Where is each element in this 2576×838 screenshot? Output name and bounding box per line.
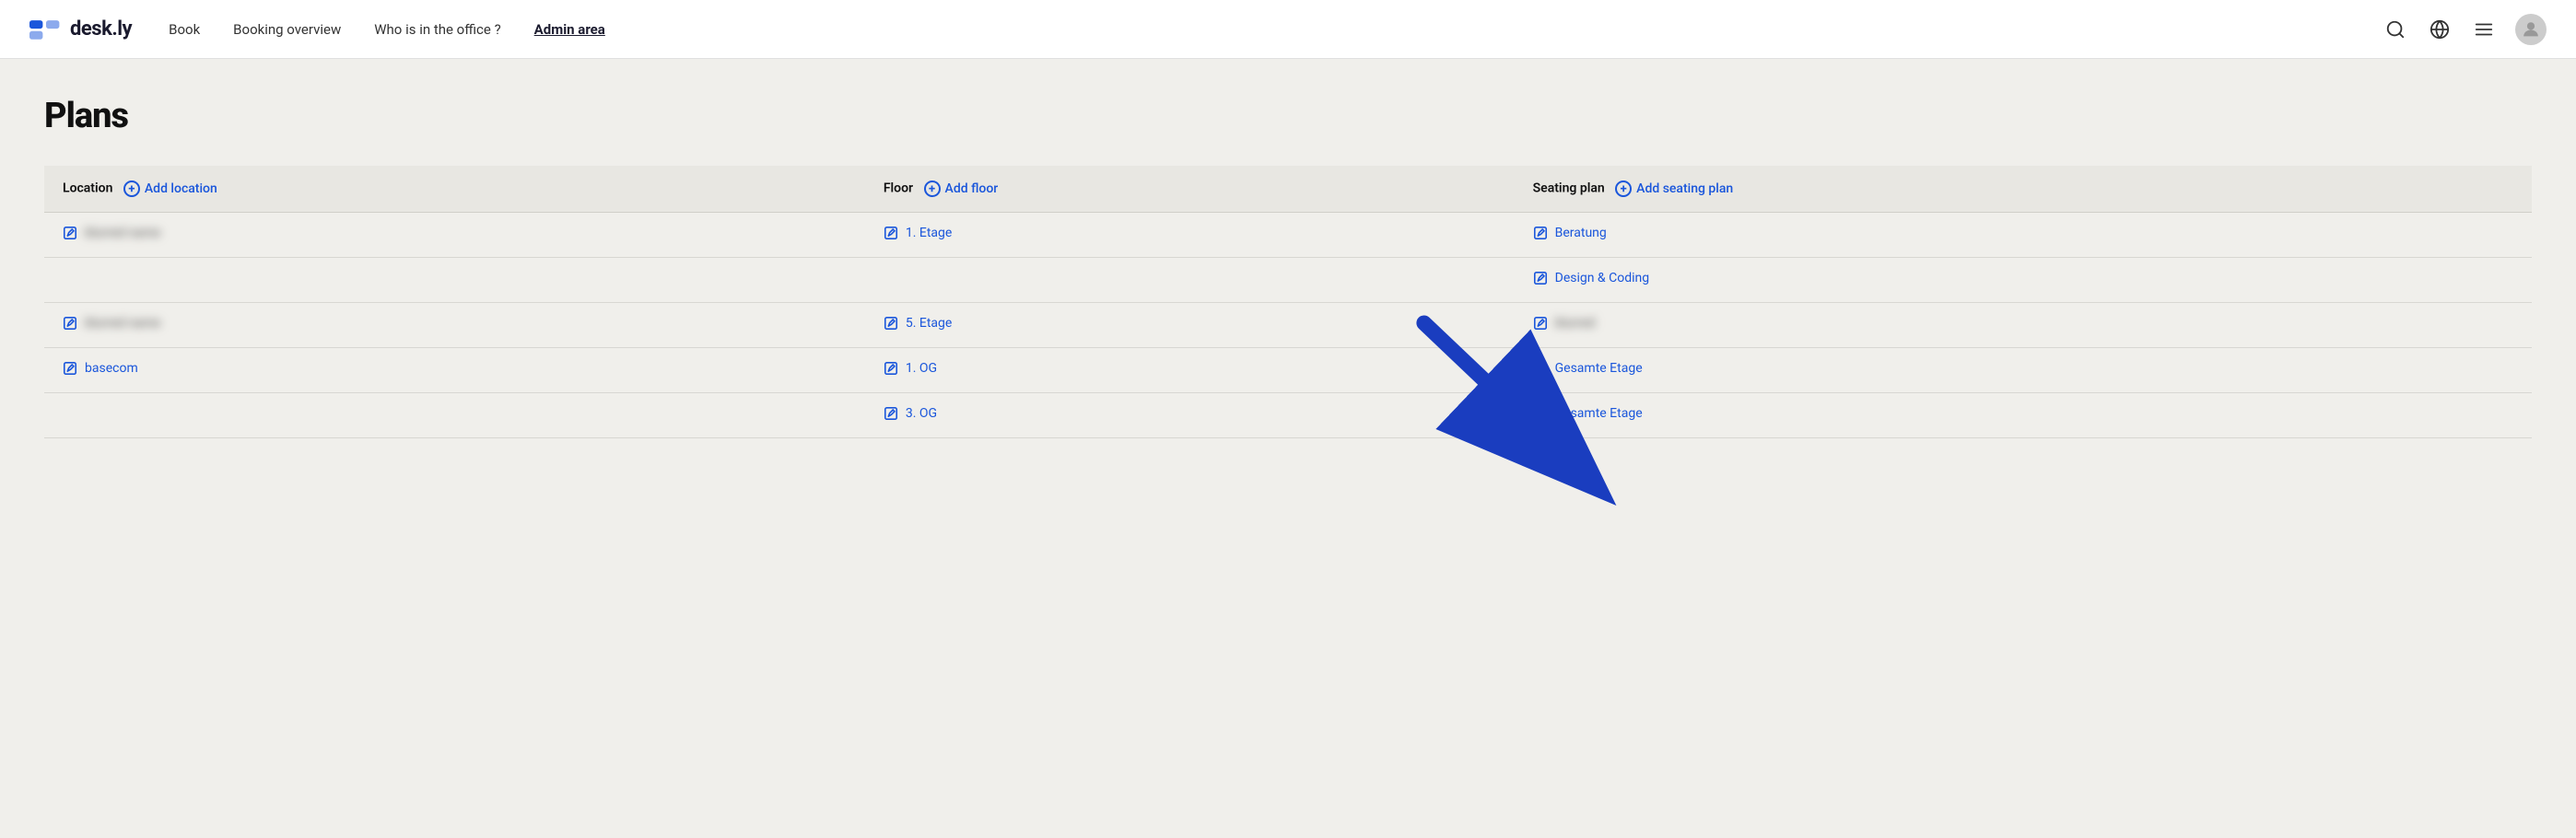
user-avatar[interactable] — [2515, 14, 2547, 45]
floor-cell: 3. OG — [865, 393, 1515, 438]
main-content: Plans Location + Add location Floor + — [0, 59, 2576, 475]
page-title: Plans — [44, 96, 2532, 136]
logo[interactable]: desk.ly — [29, 17, 132, 42]
menu-icon[interactable] — [2471, 17, 2497, 42]
location-edit[interactable]: basecom — [63, 361, 138, 376]
location-cell — [44, 393, 865, 438]
plans-table-wrapper: Location + Add location Floor + Add floo… — [44, 166, 2532, 438]
seating-plan-edit[interactable]: Gesamte Etage — [1533, 361, 1643, 376]
floor-edit[interactable]: 1. Etage — [884, 226, 952, 240]
table-row: 3. OG Gesamte Etage — [44, 393, 2532, 438]
floor-cell — [865, 258, 1515, 303]
header: desk.ly Book Booking overview Who is in … — [0, 0, 2576, 59]
table-row: Design & Coding — [44, 258, 2532, 303]
location-cell: blurred name — [44, 303, 865, 348]
seating-plan-column-header: Seating plan + Add seating plan — [1515, 166, 2532, 213]
nav-booking-overview[interactable]: Booking overview — [233, 21, 341, 38]
add-location-icon: + — [123, 180, 140, 197]
location-cell: blurred name — [44, 213, 865, 258]
table-row: basecom 1. OG Gesamte Etage — [44, 348, 2532, 393]
seating-plan-cell: Design & Coding — [1515, 258, 2532, 303]
nav-who-in-office[interactable]: Who is in the office ? — [374, 21, 500, 38]
add-seating-plan-icon: + — [1615, 180, 1632, 197]
add-floor-button[interactable]: + Add floor — [924, 180, 999, 197]
location-column-header: Location + Add location — [44, 166, 865, 213]
logo-icon — [29, 17, 63, 42]
floor-cell: 5. Etage — [865, 303, 1515, 348]
floor-edit[interactable]: 1. OG — [884, 361, 937, 376]
globe-icon[interactable] — [2427, 17, 2453, 42]
location-cell — [44, 258, 865, 303]
table-row: blurred name 1. Etage Beratung — [44, 213, 2532, 258]
nav-book[interactable]: Book — [169, 21, 200, 38]
plans-table: Location + Add location Floor + Add floo… — [44, 166, 2532, 438]
seating-plan-cell: Beratung — [1515, 213, 2532, 258]
seating-plan-edit[interactable]: Beratung — [1533, 226, 1607, 240]
location-edit[interactable]: blurred name — [63, 226, 160, 240]
seating-plan-cell: blurred — [1515, 303, 2532, 348]
location-edit[interactable]: blurred name — [63, 316, 160, 331]
add-floor-icon: + — [924, 180, 941, 197]
seating-plan-edit[interactable]: Design & Coding — [1533, 271, 1649, 285]
nav-admin-area[interactable]: Admin area — [534, 21, 605, 38]
main-nav: Book Booking overview Who is in the offi… — [169, 21, 2383, 38]
seating-plan-cell: Gesamte Etage — [1515, 348, 2532, 393]
floor-edit[interactable]: 5. Etage — [884, 316, 952, 331]
seating-plan-edit[interactable]: blurred — [1533, 316, 1596, 331]
location-cell: basecom — [44, 348, 865, 393]
column-headers: Location + Add location Floor + Add floo… — [44, 166, 2532, 213]
floor-column-header: Floor + Add floor — [865, 166, 1515, 213]
add-location-button[interactable]: + Add location — [123, 180, 217, 197]
floor-edit[interactable]: 3. OG — [884, 406, 937, 421]
header-actions — [2383, 14, 2547, 45]
logo-text: desk.ly — [70, 17, 132, 41]
floor-cell: 1. OG — [865, 348, 1515, 393]
seating-plan-edit[interactable]: Gesamte Etage — [1533, 406, 1643, 421]
seating-plan-cell: Gesamte Etage — [1515, 393, 2532, 438]
floor-cell: 1. Etage — [865, 213, 1515, 258]
add-seating-plan-button[interactable]: + Add seating plan — [1615, 180, 1733, 197]
search-icon[interactable] — [2383, 17, 2408, 42]
table-row: blurred name 5. Etage blurred — [44, 303, 2532, 348]
